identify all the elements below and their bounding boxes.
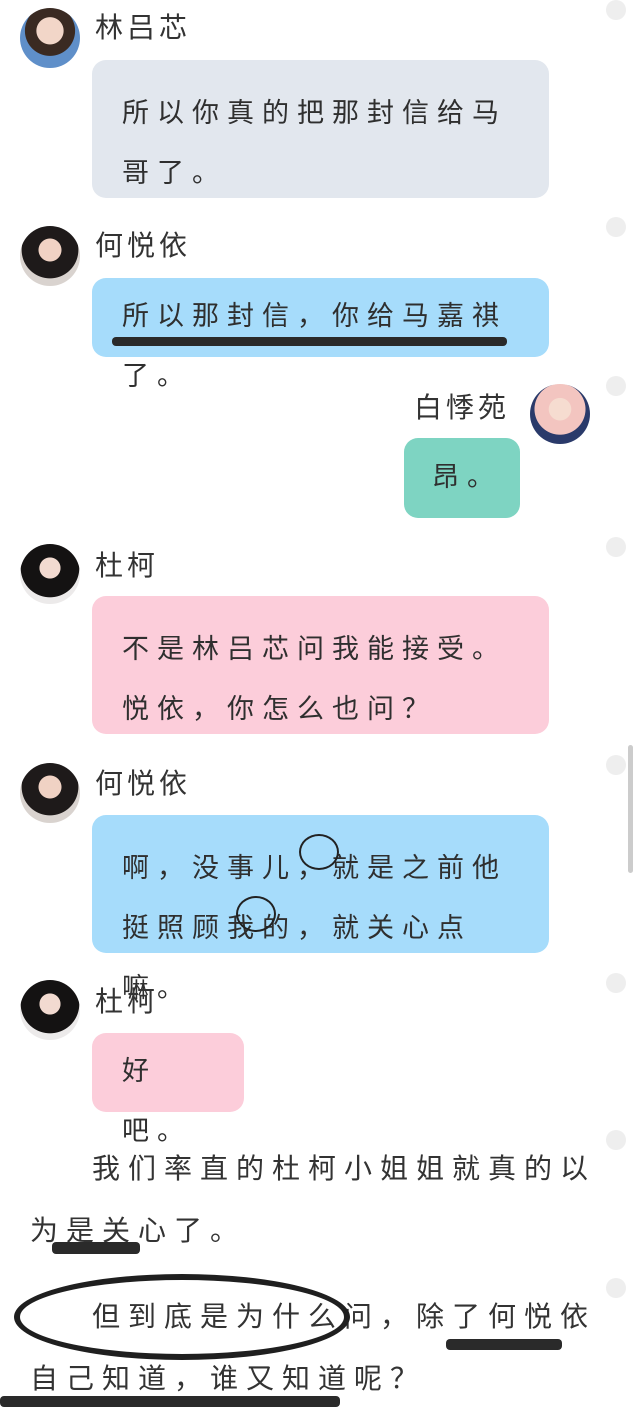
chat-bubble: 所以你真的把那封信给马哥了。 (92, 60, 549, 198)
indicator-dot (606, 1278, 626, 1298)
indicator-dot (606, 0, 626, 20)
sender-name: 杜柯 (95, 985, 160, 1018)
message-text: 所以那封信，你给马嘉祺了。 (122, 301, 507, 392)
indicator-dot (606, 217, 626, 237)
avatar-icon[interactable] (20, 8, 80, 68)
circle-mark (299, 834, 339, 870)
message-text: 好吧。 (122, 1056, 192, 1147)
indicator-dot (606, 755, 626, 775)
underline-mark (0, 1396, 340, 1407)
message-text: 啊，没事儿，就是之前他挺照顾我的，就关心点嘛。 (122, 853, 507, 1004)
avatar-icon[interactable] (20, 226, 80, 286)
avatar-icon[interactable] (20, 544, 80, 604)
indicator-dot (606, 973, 626, 993)
underline-mark (112, 337, 507, 346)
chat-bubble: 不是林吕芯问我能接受。悦依，你怎么也问？ (92, 596, 549, 734)
underline-mark (52, 1242, 140, 1254)
message-text: 所以你真的把那封信给马哥了。 (122, 98, 507, 189)
indicator-dot (606, 376, 626, 396)
sender-name: 杜柯 (95, 549, 160, 582)
avatar-icon[interactable] (20, 763, 80, 823)
scrollbar[interactable] (628, 745, 633, 873)
sender-name: 何悦依 (95, 229, 192, 262)
circle-mark (236, 896, 276, 932)
sender-name: 何悦依 (95, 767, 192, 800)
chat-bubble: 好吧。 (92, 1033, 244, 1147)
avatar-icon[interactable] (530, 384, 590, 444)
chat-bubble: 昂。 (404, 438, 520, 518)
indicator-dot (606, 1130, 626, 1150)
message-text: 不是林吕芯问我能接受。悦依，你怎么也问？ (122, 634, 507, 725)
underline-mark (446, 1339, 562, 1350)
sender-name: 林吕芯 (95, 11, 192, 44)
ellipse-mark (14, 1274, 350, 1360)
sender-name: 白悸苑 (414, 391, 511, 424)
indicator-dot (606, 537, 626, 557)
message-text: 昂。 (432, 462, 502, 493)
avatar-icon[interactable] (20, 980, 80, 1040)
